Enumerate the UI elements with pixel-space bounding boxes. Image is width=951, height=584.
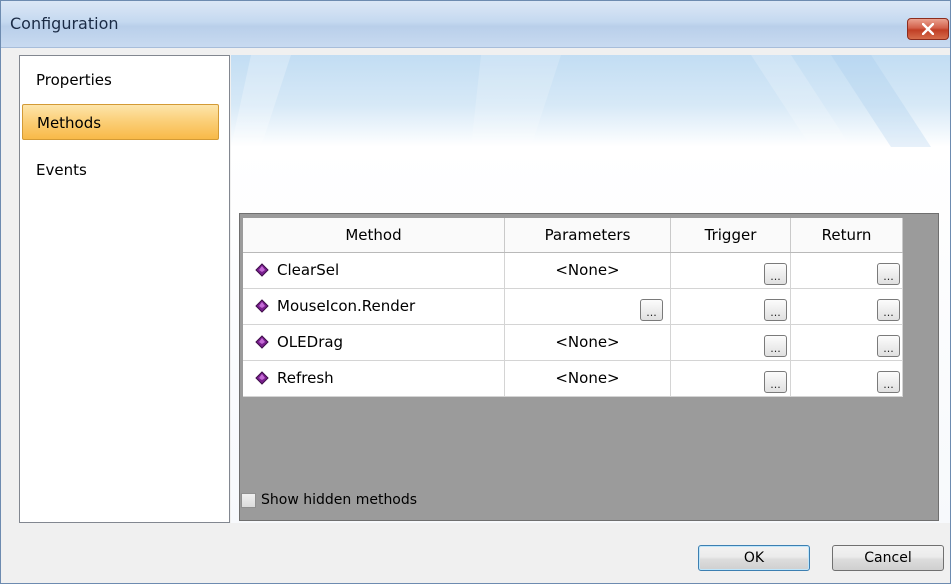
- ok-button[interactable]: OK: [698, 545, 810, 571]
- show-hidden-label: Show hidden methods: [261, 492, 418, 508]
- trigger-cell: ...: [671, 325, 791, 360]
- method-cell: OLEDrag: [243, 325, 505, 360]
- dialog-footer: OK Cancel: [1, 527, 950, 583]
- method-icon: [255, 371, 269, 385]
- table-row[interactable]: OLEDrag <None> ... ...: [243, 325, 903, 361]
- trigger-cell: ...: [671, 361, 791, 396]
- trigger-cell: ...: [671, 289, 791, 324]
- column-header-method[interactable]: Method: [243, 218, 505, 252]
- parameters-browse-button[interactable]: ...: [640, 299, 663, 321]
- method-name: OLEDrag: [277, 333, 344, 351]
- window-title: Configuration: [10, 14, 119, 33]
- method-name: ClearSel: [277, 261, 340, 279]
- parameters-value: <None>: [555, 261, 620, 279]
- parameters-cell: <None>: [505, 253, 671, 288]
- trigger-browse-button[interactable]: ...: [764, 263, 787, 285]
- column-header-parameters[interactable]: Parameters: [505, 218, 671, 252]
- sidebar-item-events[interactable]: Events: [22, 152, 233, 188]
- sidebar-item-label: Events: [36, 161, 87, 179]
- method-cell: MouseIcon.Render: [243, 289, 505, 324]
- sidebar-item-label: Methods: [37, 114, 102, 132]
- sidebar-item-properties[interactable]: Properties: [22, 62, 233, 98]
- method-cell: Refresh: [243, 361, 505, 396]
- method-name: MouseIcon.Render: [277, 297, 416, 315]
- method-icon: [255, 263, 269, 277]
- parameters-cell: <None>: [505, 361, 671, 396]
- parameters-cell: ...: [505, 289, 671, 324]
- column-header-trigger[interactable]: Trigger: [671, 218, 791, 252]
- table-row[interactable]: MouseIcon.Render ... ... ...: [243, 289, 903, 325]
- return-cell: ...: [791, 289, 903, 324]
- configuration-dialog: Configuration Properties Methods Events: [0, 0, 951, 584]
- close-icon: [922, 23, 934, 35]
- category-list: Properties Methods Events: [19, 55, 230, 523]
- show-hidden-checkbox[interactable]: [241, 493, 256, 508]
- methods-panel: Method Parameters Trigger Return ClearSe…: [231, 55, 950, 523]
- method-cell: ClearSel: [243, 253, 505, 288]
- column-header-label: Trigger: [704, 226, 757, 244]
- return-cell: ...: [791, 361, 903, 396]
- title-bar[interactable]: Configuration: [1, 1, 950, 48]
- return-cell: ...: [791, 325, 903, 360]
- cancel-button[interactable]: Cancel: [832, 545, 944, 571]
- grid-header: Method Parameters Trigger Return: [243, 218, 903, 253]
- column-header-label: Parameters: [544, 226, 631, 244]
- table-row[interactable]: ClearSel <None> ... ...: [243, 253, 903, 289]
- return-cell: ...: [791, 253, 903, 288]
- table-row[interactable]: Refresh <None> ... ...: [243, 361, 903, 397]
- header-banner: [231, 55, 950, 147]
- panel-body: Method Parameters Trigger Return ClearSe…: [231, 147, 950, 523]
- close-button[interactable]: [907, 18, 949, 40]
- methods-grid: Method Parameters Trigger Return ClearSe…: [239, 213, 939, 521]
- banner-decoration: [231, 55, 931, 147]
- return-browse-button[interactable]: ...: [877, 299, 900, 321]
- parameters-cell: <None>: [505, 325, 671, 360]
- sidebar-item-label: Properties: [36, 71, 112, 89]
- trigger-browse-button[interactable]: ...: [764, 335, 787, 357]
- trigger-cell: ...: [671, 253, 791, 288]
- return-browse-button[interactable]: ...: [877, 335, 900, 357]
- method-icon: [255, 335, 269, 349]
- parameters-value: <None>: [555, 369, 620, 387]
- return-browse-button[interactable]: ...: [877, 263, 900, 285]
- trigger-browse-button[interactable]: ...: [764, 371, 787, 393]
- parameters-value: <None>: [555, 333, 620, 351]
- column-header-return[interactable]: Return: [791, 218, 903, 252]
- method-name: Refresh: [277, 369, 334, 387]
- trigger-browse-button[interactable]: ...: [764, 299, 787, 321]
- column-header-label: Return: [821, 226, 872, 244]
- sidebar-item-methods[interactable]: Methods: [22, 104, 219, 140]
- return-browse-button[interactable]: ...: [877, 371, 900, 393]
- column-header-label: Method: [345, 226, 402, 244]
- method-icon: [255, 299, 269, 313]
